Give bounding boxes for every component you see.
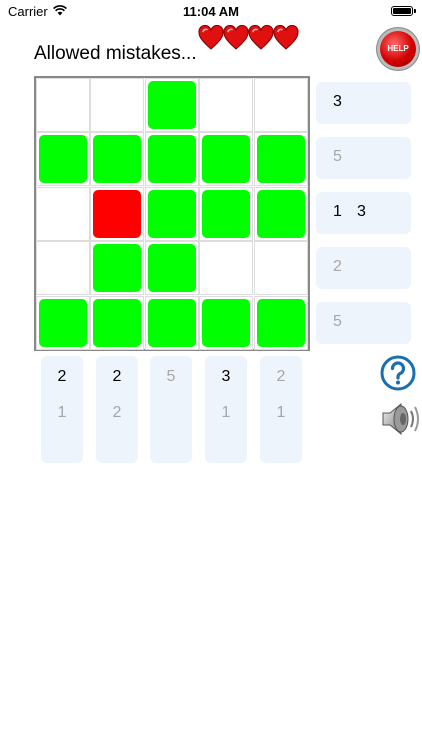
column-clue-number: 3 [221, 368, 231, 385]
speaker-icon[interactable] [380, 400, 420, 438]
grid-cell[interactable] [36, 186, 90, 241]
grid-cell[interactable] [36, 241, 90, 296]
column-clue: 22 [96, 356, 138, 463]
filled-mark [147, 189, 196, 238]
grid-cell[interactable] [36, 78, 90, 132]
column-clue: 31 [205, 356, 247, 463]
grid-cell[interactable] [253, 78, 308, 132]
grid-cell[interactable] [199, 186, 254, 241]
grid-cell[interactable] [36, 132, 90, 187]
grid-cell[interactable] [90, 186, 145, 241]
heart-icon [198, 25, 224, 50]
filled-mark [147, 298, 196, 347]
filled-mark [256, 298, 305, 347]
grid-cell[interactable] [90, 78, 145, 132]
filled-mark [39, 298, 87, 347]
filled-mark [256, 189, 305, 238]
filled-mark [39, 135, 87, 184]
row-clue-number: 3 [333, 93, 342, 110]
row-clue: 2 [316, 247, 411, 289]
column-clue-number: 5 [166, 368, 176, 385]
grid-cell[interactable] [90, 241, 145, 296]
column-clue: 21 [41, 356, 83, 463]
grid-cell[interactable] [90, 295, 145, 350]
column-clue-number: 2 [112, 404, 122, 421]
column-clue-number: 1 [221, 404, 231, 421]
mistake-mark [93, 189, 142, 238]
grid-cell[interactable] [253, 132, 308, 187]
column-clue: 21 [260, 356, 302, 463]
column-clue-number: 1 [276, 404, 286, 421]
row-clue: 3 [316, 82, 411, 124]
grid-cell[interactable] [36, 295, 90, 350]
heart-icon [273, 25, 299, 50]
row-clue-number: 5 [333, 313, 342, 330]
row-clue-number: 5 [333, 148, 342, 165]
grid-cell[interactable] [199, 295, 254, 350]
grid-cell[interactable] [90, 132, 145, 187]
row-clue-number: 1 [333, 203, 342, 220]
filled-mark [93, 244, 142, 293]
row-clue: 5 [316, 302, 411, 344]
heart-icon [223, 25, 249, 50]
row-clue-number: 3 [357, 203, 366, 220]
column-clue-number: 1 [57, 404, 67, 421]
allowed-mistakes-label: Allowed mistakes... [34, 43, 197, 64]
lives-indicator [198, 25, 300, 51]
grid-cell[interactable] [144, 78, 199, 132]
row-clue: 5 [316, 137, 411, 179]
grid-cell[interactable] [253, 295, 308, 350]
column-clue-number: 2 [276, 368, 286, 385]
filled-mark [93, 298, 142, 347]
filled-mark [147, 81, 196, 129]
column-clue: 5 [150, 356, 192, 463]
heart-icon [248, 25, 274, 50]
filled-mark [256, 135, 305, 184]
grid-cell[interactable] [199, 78, 254, 132]
grid-cell[interactable] [144, 295, 199, 350]
status-bar: Carrier 11:04 AM [0, 0, 422, 24]
clock: 11:04 AM [183, 4, 239, 19]
column-clue-number: 2 [112, 368, 122, 385]
battery-icon [391, 6, 416, 16]
puzzle-grid [34, 76, 310, 351]
grid-cell[interactable] [253, 186, 308, 241]
grid-cell[interactable] [199, 132, 254, 187]
help-button[interactable]: HELP [380, 31, 416, 67]
filled-mark [93, 135, 142, 184]
filled-mark [202, 135, 251, 184]
row-clue: 13 [316, 192, 411, 234]
column-clue-number: 2 [57, 368, 67, 385]
grid-cell[interactable] [253, 241, 308, 296]
grid-cell[interactable] [144, 186, 199, 241]
grid-cell[interactable] [199, 241, 254, 296]
grid-cell[interactable] [144, 132, 199, 187]
filled-mark [147, 135, 196, 184]
filled-mark [202, 298, 251, 347]
row-clue-number: 2 [333, 258, 342, 275]
filled-mark [202, 189, 251, 238]
question-icon[interactable] [380, 355, 416, 391]
grid-cell[interactable] [144, 241, 199, 296]
filled-mark [147, 244, 196, 293]
